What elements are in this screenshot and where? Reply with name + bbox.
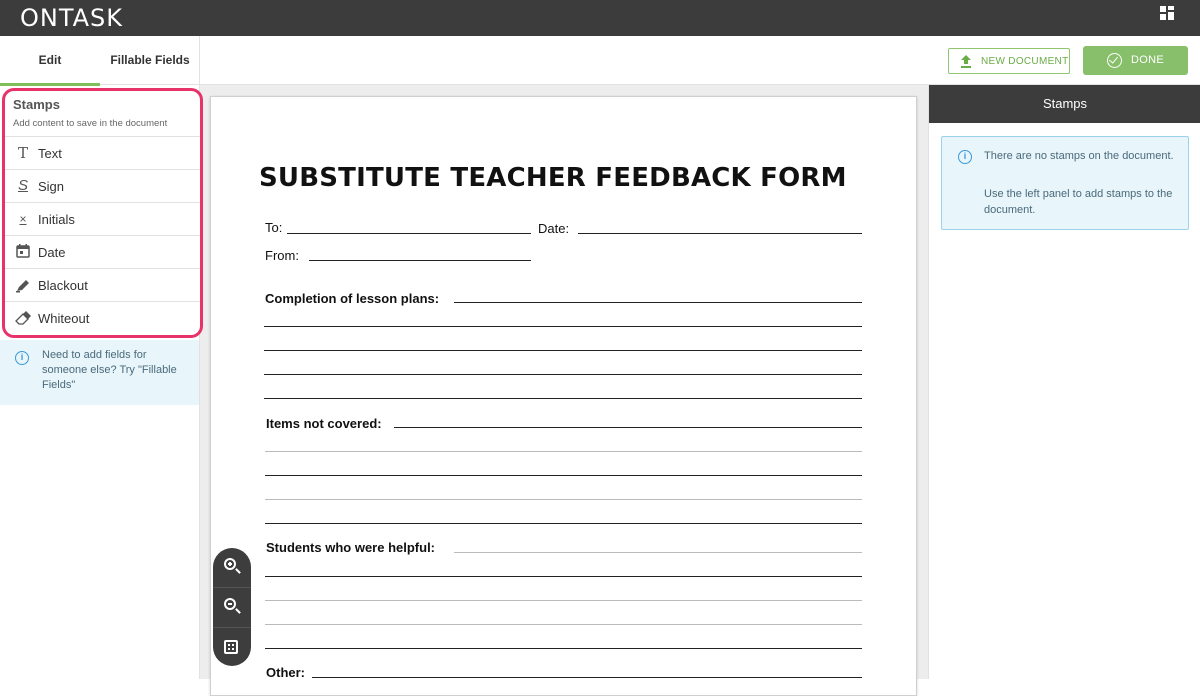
answer-line (265, 499, 862, 500)
stamp-label: Sign (38, 179, 65, 194)
stamp-text[interactable]: T Text (5, 136, 200, 169)
answer-line (394, 427, 862, 428)
answer-line (312, 677, 862, 678)
to-line (287, 233, 531, 234)
stamp-whiteout[interactable]: Whiteout (5, 301, 200, 334)
date-line (578, 233, 862, 234)
hint-text: Need to add fields for someone else? Try… (42, 349, 177, 391)
answer-line (265, 576, 862, 577)
zoom-in-button[interactable] (213, 548, 251, 586)
text-icon: T (17, 144, 28, 162)
stamp-sign[interactable]: S Sign (5, 169, 200, 202)
answer-line (265, 600, 862, 601)
section-other: Other: (266, 665, 305, 680)
done-label: DONE (1131, 54, 1164, 66)
stamp-list: T Text S Sign × Initials Date Blackout W… (5, 136, 200, 334)
top-bar: ONTASK (0, 0, 1200, 36)
answer-line (454, 302, 862, 303)
stamps-subtitle: Add content to save in the document (13, 118, 168, 129)
zoom-in-icon (224, 558, 236, 570)
new-document-label: NEW DOCUMENT (981, 56, 1069, 67)
initials-icon: × (19, 212, 27, 226)
answer-line (265, 475, 862, 476)
signature-icon: S (17, 177, 28, 194)
stamp-date[interactable]: Date (5, 235, 200, 268)
answer-line (265, 451, 862, 452)
zoom-out-button[interactable] (213, 588, 251, 626)
check-circle-icon (1107, 53, 1122, 68)
document-page[interactable]: SUBSTITUTE TEACHER FEEDBACK FORM To: Dat… (210, 96, 917, 696)
stamps-panel-header: Stamps (929, 85, 1200, 123)
answer-line (454, 552, 862, 553)
stamp-label: Whiteout (38, 311, 90, 326)
stamp-label: Blackout (38, 278, 88, 293)
no-stamps-notice: i There are no stamps on the document. U… (941, 136, 1189, 230)
eraser-icon (15, 310, 31, 326)
answer-line (265, 523, 862, 524)
tab-fillable-fields[interactable]: Fillable Fields (100, 36, 200, 85)
fit-page-button[interactable] (213, 628, 251, 666)
to-label: To: (265, 220, 283, 235)
apps-grid-icon[interactable] (1160, 6, 1174, 20)
section-helpful-students: Students who were helpful: (266, 540, 436, 555)
marker-icon (15, 277, 31, 293)
zoom-out-icon (224, 598, 236, 610)
new-document-button[interactable]: NEW DOCUMENT (948, 48, 1070, 74)
section-items-not-covered: Items not covered: (266, 416, 382, 431)
stamp-label: Text (38, 146, 62, 161)
info-icon: i (15, 351, 29, 365)
fit-page-icon (224, 640, 238, 654)
from-label: From: (265, 248, 299, 263)
from-line (309, 260, 531, 261)
document-title: SUBSTITUTE TEACHER FEEDBACK FORM (259, 163, 847, 193)
logo-text: ONTASK (20, 4, 124, 32)
stamp-label: Initials (38, 212, 75, 227)
fillable-fields-hint: i Need to add fields for someone else? T… (0, 340, 199, 405)
zoom-controls (213, 548, 251, 666)
right-panel: Stamps i There are no stamps on the docu… (928, 85, 1200, 679)
stamp-initials[interactable]: × Initials (5, 202, 200, 235)
info-icon: i (958, 150, 972, 164)
section-lesson-plans: Completion of lesson plans: (265, 291, 440, 306)
notice-line-1: There are no stamps on the document. (984, 150, 1174, 162)
calendar-icon (15, 244, 31, 260)
answer-line (265, 648, 862, 649)
answer-line (264, 398, 862, 399)
stamp-blackout[interactable]: Blackout (5, 268, 200, 301)
notice-line-2: Use the left panel to add stamps to the … (984, 188, 1173, 216)
done-button[interactable]: DONE (1083, 46, 1188, 75)
stamps-title: Stamps (13, 97, 60, 112)
stamp-label: Date (38, 245, 66, 260)
stamps-section: Stamps Add content to save in the docume… (2, 88, 203, 338)
document-viewer: SUBSTITUTE TEACHER FEEDBACK FORM To: Dat… (200, 36, 928, 696)
tab-edit[interactable]: Edit (0, 36, 100, 86)
answer-line (264, 326, 862, 327)
ontask-logo[interactable]: ONTASK (20, 4, 123, 32)
answer-line (264, 350, 862, 351)
upload-icon (961, 55, 971, 68)
date-label: Date: (538, 221, 570, 236)
panel-tabs: Edit Fillable Fields (0, 36, 200, 86)
answer-line (264, 374, 862, 375)
answer-line (265, 624, 862, 625)
left-panel: Edit Fillable Fields Stamps Add content … (0, 36, 203, 679)
